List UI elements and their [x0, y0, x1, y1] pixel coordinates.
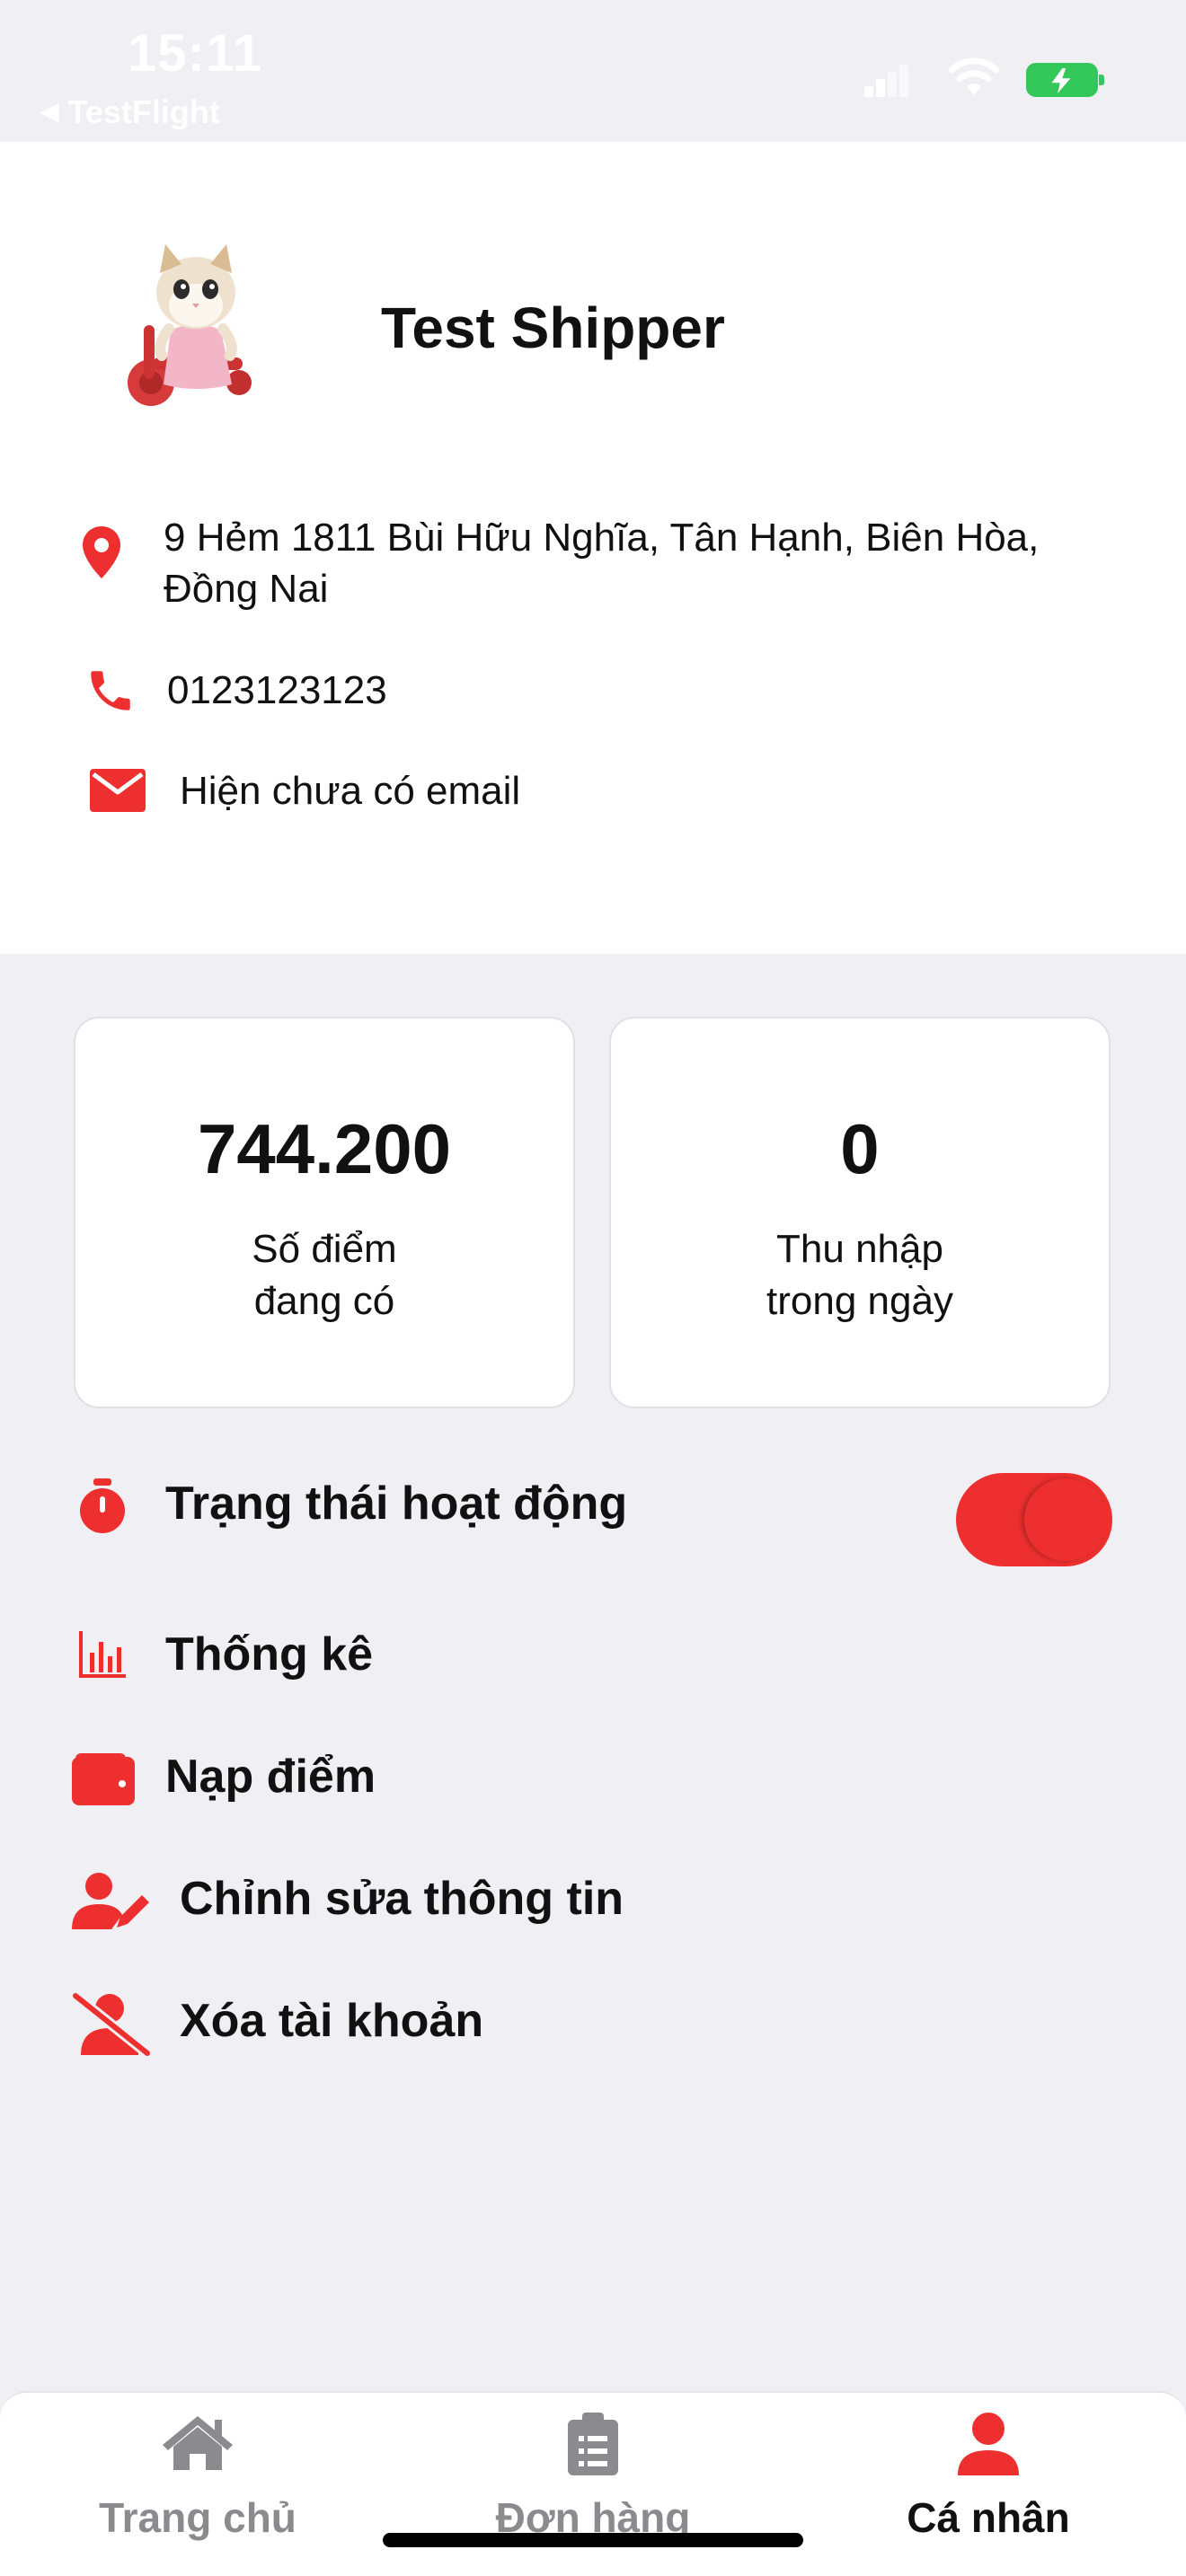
profile-name: Test Shipper	[381, 296, 725, 360]
tab-profile[interactable]: Cá nhân	[791, 2393, 1186, 2576]
person-icon	[958, 2413, 1019, 2475]
battery-charging-icon	[1026, 63, 1104, 97]
bar-chart-icon	[79, 1631, 126, 1678]
edit-info-label: Chỉnh sửa thông tin	[180, 1873, 624, 1925]
menu-item-delete-account[interactable]: Xóa tài khoản	[0, 1983, 1186, 2064]
topup-label: Nạp điểm	[165, 1751, 376, 1803]
tab-profile-label: Cá nhân	[907, 2494, 1070, 2541]
profile-card: Test Shipper 9 Hẻm 1811 Bùi Hữu Nghĩa, T…	[0, 142, 1186, 954]
avatar[interactable]	[117, 232, 270, 411]
menu-item-topup[interactable]: Nạp điểm	[0, 1739, 1186, 1820]
activity-status-label: Trạng thái hoạt động	[165, 1478, 628, 1530]
back-arrow-icon: ◀	[40, 97, 59, 125]
phone-row: 0123123123	[0, 657, 1186, 729]
user-slash-icon	[72, 1992, 151, 2057]
menu-item-edit-info[interactable]: Chỉnh sửa thông tin	[0, 1861, 1186, 1942]
phone-text: 0123123123	[167, 668, 387, 712]
back-to-testflight-link[interactable]: ◀ TestFlight	[40, 93, 220, 131]
daily-income-card: 0 Thu nhập trong ngày	[609, 1017, 1111, 1408]
empty-area	[0, 2130, 1186, 2391]
back-app-label: TestFlight	[67, 93, 220, 130]
clipboard-icon	[568, 2413, 618, 2475]
points-label-line2: đang có	[253, 1279, 395, 1323]
tab-bar: Trang chủ Đơn hàng Cá nhân	[0, 2391, 1186, 2576]
wifi-icon	[948, 57, 1000, 95]
points-card: 744.200 Số điểm đang có	[74, 1017, 575, 1408]
wallet-icon	[72, 1753, 135, 1805]
phone-icon	[91, 671, 130, 710]
user-edit-icon	[72, 1873, 149, 1929]
address-row: 9 Hẻm 1811 Bùi Hữu Nghĩa, Tân Hạnh, Biên…	[0, 512, 1186, 620]
points-label-line1: Số điểm	[252, 1227, 397, 1271]
address-text: 9 Hẻm 1811 Bùi Hữu Nghĩa, Tân Hạnh, Biên…	[164, 516, 1040, 611]
daily-income-value: 0	[840, 1109, 880, 1188]
menu-item-statistics[interactable]: Thống kê	[0, 1617, 1186, 1698]
toggle-knob	[1024, 1478, 1107, 1561]
email-text: Hiện chưa có email	[180, 769, 521, 813]
home-icon	[163, 2416, 233, 2470]
daily-income-label-line1: Thu nhập	[776, 1227, 943, 1271]
tab-orders[interactable]: Đơn hàng	[395, 2393, 791, 2576]
status-bar: 15:11 ◀ TestFlight	[0, 0, 1186, 142]
profile-screen: 15:11 ◀ TestFlight Test Shipper 9 Hẻm 18…	[0, 0, 1186, 2576]
email-icon	[90, 769, 146, 812]
location-pin-icon	[83, 526, 120, 578]
email-row: Hiện chưa có email	[0, 760, 1186, 832]
activity-status-toggle[interactable]	[956, 1473, 1112, 1566]
daily-income-label: Thu nhập trong ngày	[611, 1223, 1109, 1328]
home-indicator	[383, 2533, 803, 2547]
points-value: 744.200	[198, 1109, 451, 1188]
statistics-label: Thống kê	[165, 1628, 374, 1681]
points-label: Số điểm đang có	[75, 1223, 573, 1328]
tab-home[interactable]: Trang chủ	[0, 2393, 395, 2576]
tab-home-label: Trang chủ	[99, 2494, 296, 2541]
daily-income-label-line2: trong ngày	[766, 1279, 953, 1323]
status-time: 15:11	[128, 24, 263, 83]
stopwatch-icon	[80, 1478, 125, 1533]
delete-account-label: Xóa tài khoản	[180, 1995, 484, 2047]
cellular-signal-icon	[864, 63, 909, 97]
